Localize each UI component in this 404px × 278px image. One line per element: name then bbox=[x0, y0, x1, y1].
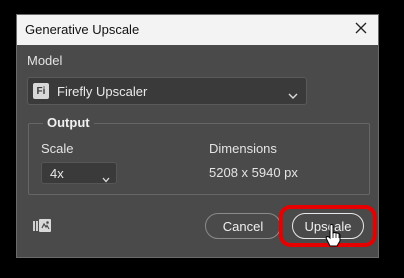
upscale-button[interactable]: Upscale bbox=[292, 213, 364, 239]
close-icon[interactable] bbox=[352, 19, 370, 37]
compare-icon[interactable] bbox=[32, 218, 52, 234]
dimensions-value: 5208 x 5940 px bbox=[209, 165, 298, 180]
output-group: Output Scale Dimensions 4x 5208 x 5940 p… bbox=[28, 115, 370, 195]
generative-upscale-dialog: Generative Upscale Model Fi Firefly Upsc… bbox=[16, 14, 379, 258]
firefly-icon: Fi bbox=[33, 83, 49, 99]
model-select[interactable]: Fi Firefly Upscaler bbox=[27, 77, 307, 105]
screenshot-frame: Generative Upscale Model Fi Firefly Upsc… bbox=[0, 0, 404, 278]
chevron-down-icon bbox=[288, 87, 298, 105]
title-bar: Generative Upscale bbox=[17, 15, 378, 45]
chevron-down-icon bbox=[102, 170, 110, 188]
scale-select[interactable]: 4x bbox=[41, 162, 117, 184]
scale-label: Scale bbox=[41, 141, 74, 156]
dimensions-label: Dimensions bbox=[209, 141, 277, 156]
dialog-title: Generative Upscale bbox=[25, 22, 140, 37]
model-select-value: Firefly Upscaler bbox=[57, 84, 148, 99]
output-legend: Output bbox=[43, 115, 94, 130]
scale-select-value: 4x bbox=[50, 166, 64, 181]
cancel-button[interactable]: Cancel bbox=[205, 213, 281, 239]
model-label: Model bbox=[27, 53, 63, 68]
